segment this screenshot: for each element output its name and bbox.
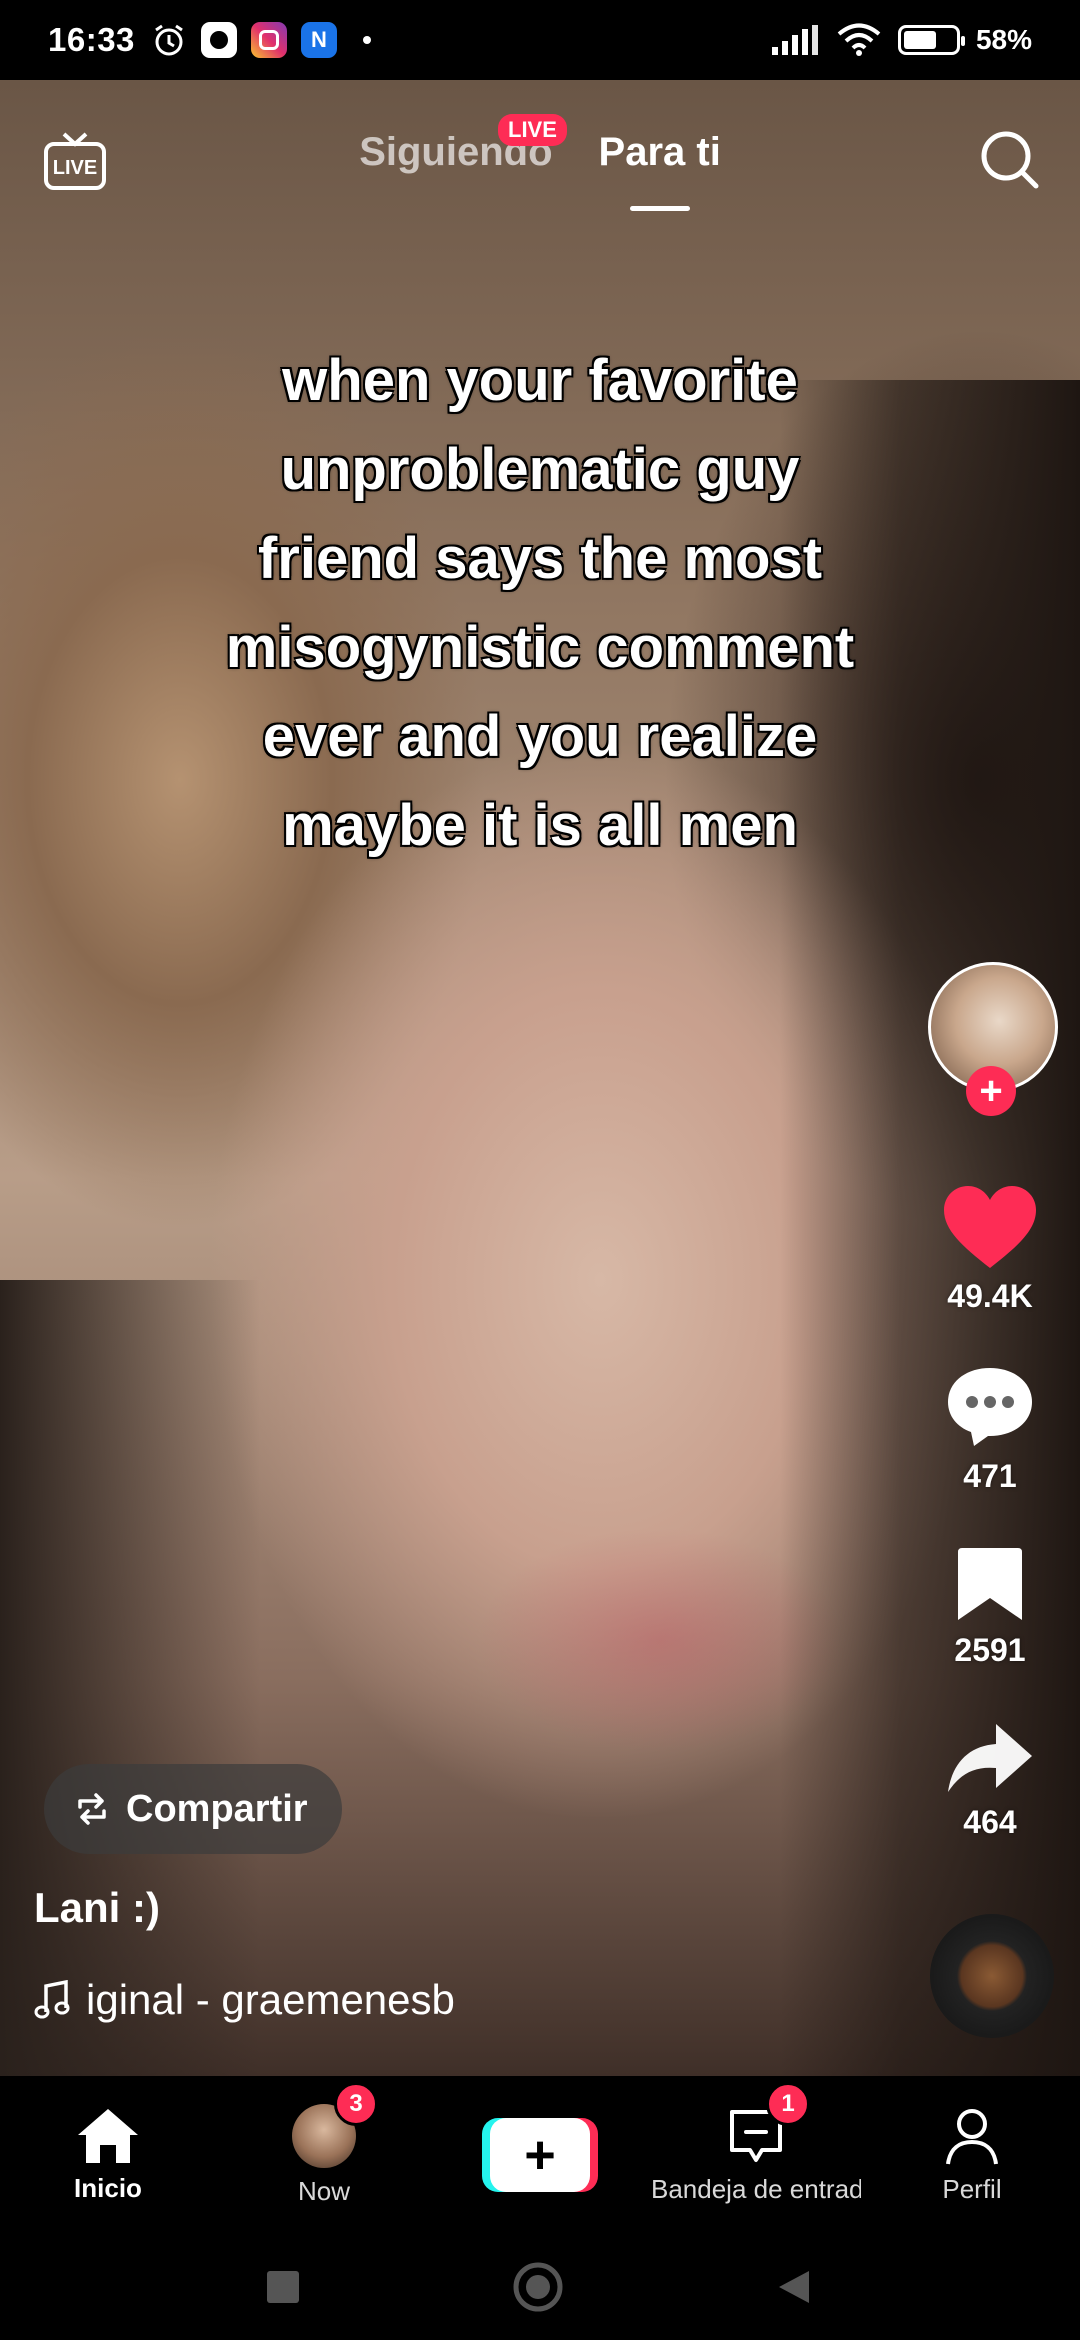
- music-note-icon: [34, 1980, 70, 2019]
- home-button-icon[interactable]: [511, 2260, 565, 2314]
- active-tab-indicator: [629, 206, 690, 211]
- video-caption-overlay: when your favorite unproblematic guy fri…: [140, 336, 940, 870]
- bottom-nav: Inicio 3 Now + 1 Bandeja de entrada Perf…: [0, 2076, 1080, 2234]
- caption-line: maybe it is all men: [282, 793, 798, 858]
- app-notification-icon: [200, 22, 237, 58]
- live-badge: LIVE: [498, 114, 567, 146]
- top-nav: LIVE Siguiendo Para ti LIVE: [0, 80, 1080, 240]
- nav-profile-label: Perfil: [942, 2173, 1002, 2204]
- search-icon: [981, 131, 1039, 189]
- nav-now[interactable]: 3 Now: [216, 2076, 432, 2234]
- caption-line: unproblematic guy: [280, 437, 800, 502]
- profile-icon: [946, 2108, 998, 2164]
- nav-inbox[interactable]: 1 Bandeja de entrada: [648, 2076, 864, 2234]
- like-count: 49.4K: [947, 1278, 1033, 1314]
- sound-link[interactable]: iginal - graemenesb: [34, 1976, 455, 2024]
- home-icon: [78, 2108, 138, 2163]
- search-button[interactable]: [974, 124, 1046, 196]
- like-button[interactable]: 49.4K: [930, 1184, 1050, 1315]
- status-time: 16:33: [48, 21, 135, 58]
- nav-home[interactable]: Inicio: [0, 2076, 216, 2234]
- recents-button-icon[interactable]: [265, 2269, 301, 2305]
- tab-for-you-label: Para ti: [598, 130, 721, 174]
- tab-for-you[interactable]: Para ti: [598, 130, 721, 211]
- comment-icon: [948, 1368, 1032, 1446]
- follow-button[interactable]: +: [966, 1066, 1016, 1116]
- music-disc[interactable]: [930, 1914, 1054, 2038]
- video-shade-left: [0, 1280, 260, 2076]
- battery-percent: 58%: [975, 24, 1032, 55]
- share-pill-label: Compartir: [126, 1787, 308, 1830]
- creator-username[interactable]: Lani :): [34, 1884, 160, 1932]
- repost-icon: [78, 1793, 106, 1825]
- share-button[interactable]: 464: [930, 1720, 1050, 1841]
- more-notifications-dot: [362, 36, 371, 44]
- comment-button[interactable]: 471: [930, 1364, 1050, 1495]
- save-button[interactable]: 2591: [930, 1544, 1050, 1669]
- back-button-icon[interactable]: [775, 2267, 815, 2307]
- save-count: 2591: [954, 1632, 1026, 1668]
- nav-profile[interactable]: Perfil: [864, 2076, 1080, 2234]
- heart-icon: [944, 1186, 1036, 1268]
- create-button[interactable]: +: [482, 2118, 598, 2192]
- share-pill-button[interactable]: Compartir: [44, 1764, 342, 1854]
- share-arrow-icon: [948, 1724, 1032, 1792]
- plus-icon: +: [490, 2118, 590, 2192]
- nav-now-label: Now: [297, 2175, 350, 2206]
- battery-icon: [897, 25, 965, 55]
- nav-create[interactable]: +: [432, 2076, 648, 2234]
- nav-inbox-label: Bandeja de entrada: [651, 2173, 861, 2204]
- caption-line: when your favorite: [282, 348, 798, 413]
- alarm-icon: [155, 24, 183, 56]
- now-badge: 3: [334, 2082, 378, 2126]
- bookmark-icon: [958, 1548, 1022, 1620]
- instagram-icon: [250, 22, 287, 58]
- news-app-icon: N: [300, 22, 337, 58]
- system-nav-bar: [0, 2234, 1080, 2340]
- inbox-badge: 1: [766, 2082, 810, 2126]
- wifi-icon: [837, 23, 881, 56]
- caption-line: misogynistic comment: [225, 615, 855, 680]
- caption-line: friend says the most: [257, 526, 823, 591]
- comment-count: 471: [963, 1458, 1017, 1494]
- caption-line: ever and you realize: [262, 704, 818, 769]
- sound-name: iginal - graemenesb: [86, 1976, 455, 2023]
- status-bar: 16:33 N 58%: [0, 0, 1080, 80]
- share-count: 464: [963, 1804, 1017, 1840]
- signal-icon: [771, 25, 818, 55]
- nav-home-label: Inicio: [74, 2172, 142, 2203]
